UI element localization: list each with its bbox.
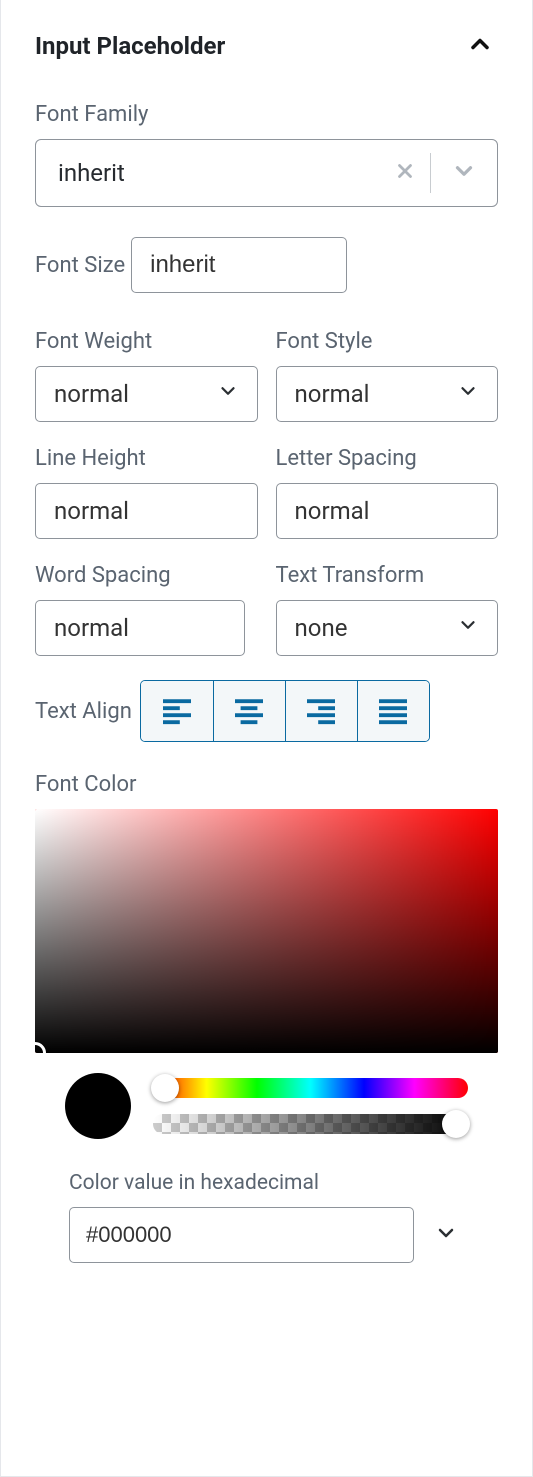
font-size-label: Font Size [35,253,125,278]
black-gradient [35,809,498,1053]
font-weight-style-row: Font Weight normal Font Style normal [35,329,498,422]
font-style-label: Font Style [276,329,499,354]
font-family-label: Font Family [35,102,498,127]
text-transform-value: none [295,614,348,642]
font-style-field: Font Style normal [276,329,499,422]
font-weight-label: Font Weight [35,329,258,354]
font-weight-select[interactable]: normal [35,366,258,422]
align-center-icon [232,697,266,725]
section-title: Input Placeholder [35,32,225,60]
collapse-button[interactable] [462,26,498,66]
section-header[interactable]: Input Placeholder [35,26,498,66]
text-align-field: Text Align [35,680,498,742]
font-family-field: Font Family inherit [35,102,498,207]
font-weight-value: normal [54,380,129,408]
typography-panel: Input Placeholder Font Family inherit Fo… [1,0,532,1303]
align-center-button[interactable] [213,681,285,741]
font-color-label: Font Color [35,772,498,797]
font-style-select[interactable]: normal [276,366,499,422]
font-family-clear[interactable] [380,160,430,186]
color-format-toggle[interactable] [428,1215,464,1255]
hex-label: Color value in hexadecimal [69,1171,464,1195]
hex-input[interactable] [69,1207,414,1263]
word-spacing-field: Word Spacing normal [35,563,258,656]
text-transform-select[interactable]: none [276,600,499,656]
word-spacing-input[interactable]: normal [35,600,245,656]
lineheight-letterspacing-row: Line Height normal Letter Spacing normal [35,446,498,539]
chevron-down-icon [457,614,479,642]
text-align-group [140,680,430,742]
font-family-select[interactable]: inherit [35,139,498,207]
chevron-down-icon [217,380,239,408]
close-icon [394,160,416,182]
alpha-slider[interactable] [153,1114,468,1134]
align-left-button[interactable] [141,681,213,741]
font-family-value: inherit [36,159,380,187]
hue-slider[interactable] [153,1078,468,1098]
word-spacing-value: normal [54,614,129,642]
letter-spacing-field: Letter Spacing normal [276,446,499,539]
font-size-input[interactable] [131,237,347,293]
chevron-up-icon [466,30,494,58]
hue-thumb[interactable] [151,1074,179,1102]
chevron-down-icon [457,380,479,408]
alpha-thumb[interactable] [442,1110,470,1138]
color-swatch [65,1073,131,1139]
text-align-label: Text Align [35,699,132,724]
hex-field: Color value in hexadecimal [35,1171,498,1263]
align-justify-button[interactable] [357,681,429,741]
font-color-field: Font Color Color value in hexadecimal [35,772,498,1263]
line-height-value: normal [54,497,129,525]
line-height-input[interactable]: normal [35,483,258,539]
font-weight-field: Font Weight normal [35,329,258,422]
line-height-label: Line Height [35,446,258,471]
text-transform-field: Text Transform none [276,563,499,656]
align-left-icon [160,697,194,725]
font-size-field: Font Size [35,237,498,293]
swatch-sliders-row [35,1073,498,1139]
letter-spacing-value: normal [295,497,370,525]
align-right-button[interactable] [285,681,357,741]
sliders [153,1078,468,1134]
align-justify-icon [376,697,410,725]
wordspacing-texttransform-row: Word Spacing normal Text Transform none [35,563,498,656]
letter-spacing-input[interactable]: normal [276,483,499,539]
text-transform-label: Text Transform [276,563,499,588]
font-family-open[interactable] [431,158,497,188]
letter-spacing-label: Letter Spacing [276,446,499,471]
saturation-panel[interactable] [35,809,498,1053]
chevron-down-icon [434,1221,458,1245]
word-spacing-label: Word Spacing [35,563,258,588]
line-height-field: Line Height normal [35,446,258,539]
font-style-value: normal [295,380,370,408]
align-right-icon [304,697,338,725]
chevron-down-icon [451,158,477,184]
